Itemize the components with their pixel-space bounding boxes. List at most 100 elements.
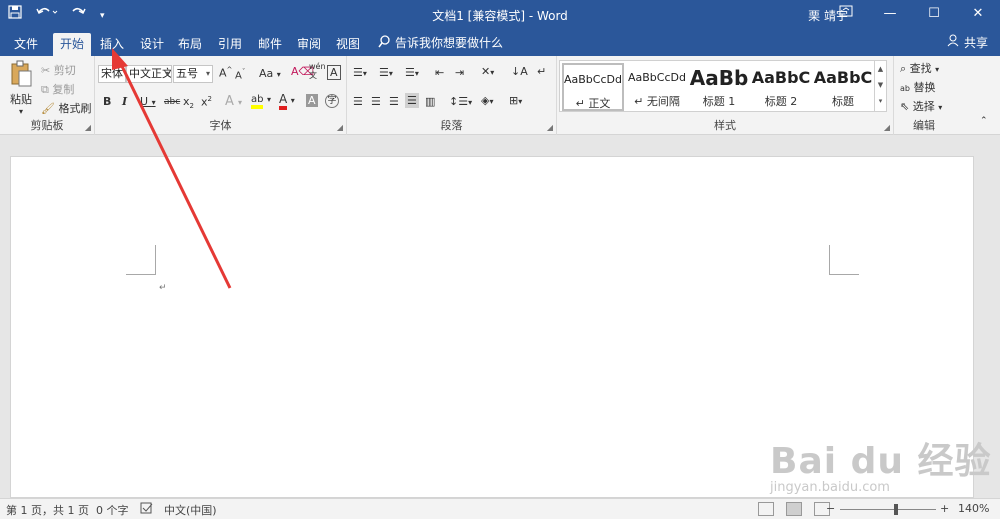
find-button[interactable]: ⌕ 查找 ▾ [900,60,939,76]
sort-button[interactable]: ↓A [511,65,528,78]
brush-icon: 🖌 [41,102,55,115]
borders-button[interactable]: ⊞▾ [509,94,522,107]
copy-button[interactable]: ⧉ 复制 [41,81,74,97]
replace-label: 替换 [913,81,936,94]
zoom-in-icon[interactable]: + [940,502,949,515]
tell-me-box[interactable]: 告诉我你想要做什么 [378,34,503,51]
zoom-level[interactable]: 140% [958,502,989,515]
font-size-select[interactable]: 五号 ▾ [173,65,213,83]
decrease-indent-button[interactable]: ⇤ [435,66,444,79]
italic-button[interactable]: I [122,95,127,108]
bullets-button[interactable]: ☰▾ [353,66,367,79]
tab-view[interactable]: 视图 [330,33,366,56]
subscript-button[interactable]: x2 [183,95,194,110]
chinese-layout-button[interactable]: ✕▾ [481,65,494,78]
chevron-up-icon[interactable]: ▲ [875,61,886,77]
style-heading-1[interactable]: AaBb 标题 1 [688,63,750,111]
scissors-icon: ✂ [41,64,51,77]
share-label: 共享 [963,36,988,50]
change-case-button[interactable]: Aa ▾ [259,67,281,80]
shrink-font-button[interactable]: Aˇ [235,68,245,81]
dialog-launcher-icon[interactable]: ◢ [884,123,890,132]
tab-references[interactable]: 引用 [212,33,248,56]
paragraph-mark: ↵ [159,283,167,293]
close-icon[interactable]: ✕ [956,0,1000,30]
strikethrough-button[interactable]: abc [164,97,180,107]
character-shading-button[interactable]: A [306,94,318,107]
margin-corner-top-left [126,245,156,275]
replace-icon: ab [900,84,910,93]
ribbon-display-icon[interactable] [824,0,868,30]
style-heading-2[interactable]: AaBbC 标题 2 [750,63,812,111]
ribbon: 粘贴 ▾ ✂ 剪切 ⧉ 复制 🖌 格式刷 剪贴板 ◢ 宋体 中文正文 ▾ 五号 ▾ … [0,56,1000,135]
page-count[interactable]: 第 1 页，共 1 页 [6,502,89,518]
bold-button[interactable]: B [103,95,111,108]
cut-button[interactable]: ✂ 剪切 [41,62,76,78]
line-spacing-button[interactable]: ↕☰▾ [449,95,472,108]
phonetic-guide-button[interactable]: wén 文 [309,62,326,80]
tab-layout[interactable]: 布局 [172,33,208,56]
read-mode-icon[interactable] [758,502,774,516]
share-button[interactable]: 共享 [947,34,988,51]
collapse-ribbon-icon[interactable]: ⌃ [980,116,988,126]
zoom-out-icon[interactable]: − [826,502,835,515]
minimize-icon[interactable]: — [868,0,912,30]
highlight-button[interactable]: ab ▾ [251,92,271,109]
show-marks-button[interactable]: ↵ [537,65,546,78]
numbering-button[interactable]: ☰▾ [379,66,393,79]
dialog-launcher-icon[interactable]: ◢ [85,123,91,132]
paste-label: 粘贴 [10,93,32,106]
tab-mailings[interactable]: 邮件 [252,33,288,56]
style-normal[interactable]: AaBbCcDd ↵ 正文 [562,63,624,111]
clipboard-group-label: 剪贴板 [30,119,64,132]
align-center-button[interactable]: ☰ [371,95,381,108]
font-color-button[interactable]: A ▾ [279,92,295,110]
text-effects-button[interactable]: A ▾ [225,94,242,109]
style-sample: AaBbC [751,68,811,87]
gallery-more-icon[interactable]: ▾ [875,93,886,109]
tab-review[interactable]: 审阅 [291,33,327,56]
tab-design[interactable]: 设计 [134,33,170,56]
justify-button[interactable]: ☰ [405,93,419,108]
paste-dropdown-icon[interactable]: ▾ [8,107,34,116]
character-border-button[interactable]: A [327,65,341,80]
format-painter-button[interactable]: 🖌 格式刷 [41,100,91,116]
clipboard-group: 粘贴 ▾ ✂ 剪切 ⧉ 复制 🖌 格式刷 剪贴板 ◢ [0,56,95,135]
paste-button[interactable]: 粘贴 ▾ [8,60,34,116]
zoom-slider[interactable] [840,509,936,510]
font-east-select[interactable]: 宋体 [98,65,126,83]
maximize-icon[interactable]: ☐ [912,0,956,30]
enclose-characters-button[interactable]: 字 [325,94,339,108]
dialog-launcher-icon[interactable]: ◢ [337,123,343,132]
increase-indent-button[interactable]: ⇥ [455,66,464,79]
superscript-button[interactable]: x2 [201,95,212,109]
tab-home[interactable]: 开始 [53,33,91,56]
replace-button[interactable]: ab 替换 [900,79,935,95]
word-count[interactable]: 0 个字 [96,502,129,518]
proofing-icon[interactable] [140,502,154,517]
shading-button[interactable]: ◈▾ [481,94,493,107]
grow-font-button[interactable]: A^ [219,66,232,80]
multilevel-list-button[interactable]: ☰▾ [405,66,419,79]
style-title[interactable]: AaBbC 标题 [812,63,874,111]
title-bar: ▾ 文档1 [兼容模式] - Word 栗 靖宇 — ☐ ✕ [0,0,1000,30]
distributed-button[interactable]: ▥ [425,95,435,108]
language-indicator[interactable]: 中文(中国) [164,502,217,518]
select-button[interactable]: ⇖ 选择 ▾ [900,98,942,114]
chevron-down-icon[interactable]: ▼ [875,77,886,93]
editing-group-label: 编辑 [913,119,935,132]
align-left-button[interactable]: ☰ [353,95,363,108]
style-no-spacing[interactable]: AaBbCcDd ↵ 无间隔 [626,63,688,111]
font-west-select[interactable]: 中文正文 ▾ [126,65,172,83]
tab-insert[interactable]: 插入 [94,33,130,56]
styles-gallery: AaBbCcDd ↵ 正文 AaBbCcDd ↵ 无间隔 AaBb 标题 1 A… [559,60,887,112]
copy-label: 复制 [52,83,75,96]
tab-file[interactable]: 文件 [8,33,44,56]
underline-button[interactable]: U ▾ [140,95,156,108]
dialog-launcher-icon[interactable]: ◢ [547,123,553,132]
print-layout-icon[interactable] [786,502,802,516]
align-right-button[interactable]: ☰ [389,95,399,108]
gallery-scrollbar[interactable]: ▲ ▼ ▾ [874,61,886,111]
zoom-slider-thumb[interactable] [894,504,898,515]
style-name: ↵ 无间隔 [634,95,680,108]
